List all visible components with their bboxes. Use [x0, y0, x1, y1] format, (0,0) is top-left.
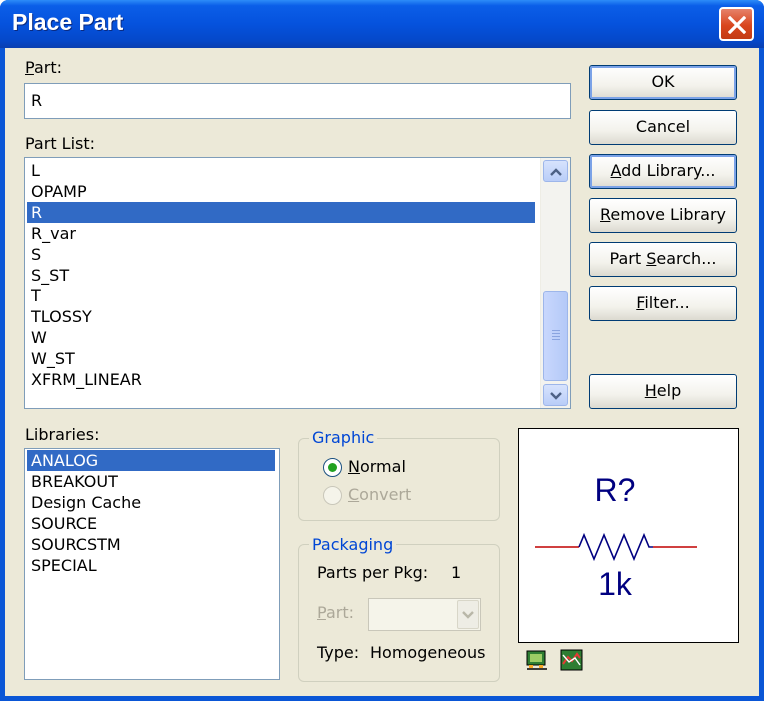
chevron-up-icon	[550, 168, 562, 176]
zoom-fit-icon[interactable]	[525, 648, 551, 672]
part-search-button[interactable]: Part Search...	[589, 242, 737, 277]
chevron-down-icon	[550, 392, 562, 400]
normal-radio-label[interactable]: Normal	[348, 457, 406, 476]
list-item[interactable]: SOURCSTM	[27, 534, 275, 555]
list-item[interactable]: OPAMP	[27, 181, 535, 202]
chevron-down-icon	[462, 611, 474, 619]
title-bar[interactable]: Place Part	[0, 0, 764, 48]
list-item[interactable]: W	[27, 327, 535, 348]
resistor-symbol: R? 1k	[535, 472, 697, 602]
list-item[interactable]: R_var	[27, 223, 535, 244]
convert-radio-label[interactable]: Convert	[348, 485, 411, 504]
close-button[interactable]	[719, 7, 754, 41]
help-button[interactable]: Help	[589, 374, 737, 409]
list-item[interactable]: BREAKOUT	[27, 471, 275, 492]
graphic-legend: Graphic	[309, 428, 378, 447]
part-list[interactable]: L OPAMP R R_var S S_ST T TLOSSY W W_ST XFRM_LINEAR	[24, 157, 571, 409]
list-item[interactable]: S_ST	[27, 265, 535, 286]
scroll-down-button[interactable]	[543, 384, 568, 406]
radio-selected-dot	[328, 463, 337, 472]
cancel-button[interactable]: Cancel	[589, 110, 737, 145]
dropdown-button[interactable]	[457, 600, 479, 629]
window-title: Place Part	[12, 9, 124, 35]
dialog-client-area: Part: R Part List: L OPAMP R R_var S S_ST T TLO…	[5, 48, 759, 696]
list-item[interactable]: T	[27, 285, 535, 306]
type-label: Type:	[317, 643, 360, 662]
list-item[interactable]: S	[27, 244, 535, 265]
add-library-button[interactable]: Add Library...	[589, 154, 737, 189]
graphic-group	[298, 438, 500, 521]
part-preview: R? 1k	[518, 428, 739, 643]
packaging-legend: Packaging	[309, 535, 397, 554]
parts-per-pkg-label: Parts per Pkg:	[317, 563, 429, 582]
list-item[interactable]: SPECIAL	[27, 555, 275, 576]
ok-button[interactable]: OK	[589, 65, 737, 100]
convert-radio[interactable]	[323, 486, 342, 505]
part-list-label: Part List:	[25, 134, 96, 153]
part-list-scrollbar[interactable]	[540, 158, 570, 408]
package-part-label: Part:	[317, 603, 354, 622]
list-item[interactable]: ANALOG	[27, 450, 275, 471]
close-icon	[728, 16, 746, 34]
preview-refdes: R?	[595, 472, 636, 508]
type-value: Homogeneous	[370, 643, 486, 662]
place-part-dialog: Place Part Part: R Part List: L OPAMP R R_v…	[0, 0, 764, 701]
libraries-list[interactable]: ANALOG BREAKOUT Design Cache SOURCE SOURCSTM…	[24, 448, 280, 680]
filter-button[interactable]: Filter...	[589, 286, 737, 321]
part-label: Part:	[25, 58, 62, 77]
scroll-thumb[interactable]	[543, 291, 568, 381]
preview-value: 1k	[598, 566, 633, 602]
parts-per-pkg-value: 1	[451, 563, 462, 582]
scroll-up-button[interactable]	[543, 160, 568, 182]
list-item[interactable]: SOURCE	[27, 513, 275, 534]
part-input[interactable]: R	[24, 83, 571, 119]
list-item[interactable]: XFRM_LINEAR	[27, 369, 535, 390]
list-item[interactable]: R	[27, 201, 535, 223]
normal-radio[interactable]	[323, 458, 342, 477]
package-part-select[interactable]	[368, 598, 481, 631]
remove-library-button[interactable]: Remove Library	[589, 198, 737, 233]
list-item[interactable]: TLOSSY	[27, 306, 535, 327]
libraries-label: Libraries:	[25, 425, 100, 444]
list-item[interactable]: Design Cache	[27, 492, 275, 513]
list-item[interactable]: L	[27, 160, 535, 181]
list-item[interactable]: W_ST	[27, 348, 535, 369]
show-pins-icon[interactable]	[559, 648, 585, 672]
